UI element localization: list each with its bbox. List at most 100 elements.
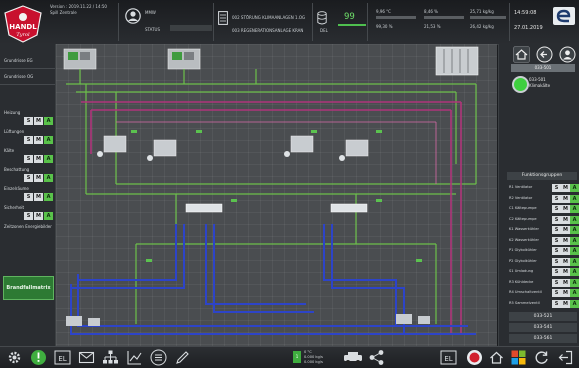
pump-group-3[interactable] <box>284 135 314 157</box>
logout-icon[interactable] <box>557 349 574 366</box>
pump-group-lower-left[interactable] <box>66 316 100 326</box>
state-a-button[interactable]: A <box>44 174 53 182</box>
pump-group-1[interactable] <box>97 135 127 157</box>
state-s-button[interactable]: S <box>552 268 561 276</box>
state-s-button[interactable]: S <box>24 155 33 163</box>
state-a-button[interactable]: A <box>44 193 53 201</box>
el-icon[interactable]: EL <box>54 349 71 366</box>
state-s-button[interactable]: S <box>552 299 561 308</box>
state-a-button[interactable]: A <box>570 205 579 213</box>
state-m-button[interactable]: M <box>561 205 570 213</box>
tab-033-501[interactable]: 033-501 <box>511 64 575 72</box>
home-icon[interactable] <box>513 46 530 63</box>
state-m-button[interactable]: M <box>34 193 43 201</box>
state-m-button[interactable]: M <box>34 212 43 220</box>
state-s-button[interactable]: S <box>552 236 561 245</box>
state-a-button[interactable]: A <box>570 257 579 266</box>
state-s-button[interactable]: S <box>552 257 561 266</box>
alarm-status-icon[interactable] <box>30 349 47 366</box>
tab-033-541[interactable]: 033-541 <box>509 323 577 332</box>
state-a-button[interactable]: A <box>570 194 579 203</box>
state-s-button[interactable]: S <box>24 117 33 125</box>
state-s-button[interactable]: S <box>552 247 561 255</box>
document-icon[interactable] <box>218 11 228 25</box>
record-stop-icon[interactable] <box>466 349 483 366</box>
e-brand-icon[interactable] <box>553 7 575 25</box>
state-a-button[interactable]: A <box>570 289 579 297</box>
page-indicator[interactable]: 1 <box>293 351 301 363</box>
share-nodes-icon[interactable] <box>368 349 385 366</box>
state-m-button[interactable]: M <box>561 194 570 203</box>
trend-chart-icon[interactable] <box>126 349 143 366</box>
status-lamp[interactable] <box>512 76 529 93</box>
state-m-button[interactable]: M <box>561 215 570 224</box>
state-m-button[interactable]: M <box>34 117 43 125</box>
state-m-button[interactable]: M <box>561 268 570 276</box>
heat-exchanger-left[interactable] <box>185 203 223 213</box>
state-a-button[interactable]: A <box>44 155 53 163</box>
pump-group-lower-right[interactable] <box>396 314 430 324</box>
state-a-button[interactable]: A <box>570 236 579 245</box>
alarm-line-1[interactable]: 002 STÖRUNG KLIMAANLAGEN 1.OG <box>232 15 305 20</box>
state-m-button[interactable]: M <box>34 174 43 182</box>
state-a-button[interactable]: A <box>570 215 579 224</box>
state-s-button[interactable]: S <box>24 193 33 201</box>
state-a-button[interactable]: A <box>570 247 579 255</box>
state-s-button[interactable]: S <box>552 215 561 224</box>
state-s-button[interactable]: S <box>552 194 561 203</box>
state-s-button[interactable]: S <box>24 136 33 144</box>
state-s-button[interactable]: S <box>552 278 561 287</box>
edit-pen-icon[interactable] <box>174 349 191 366</box>
list-menu-icon[interactable] <box>150 349 167 366</box>
mail-icon[interactable] <box>78 349 95 366</box>
fire-matrix-button[interactable]: Brandfallmatrix <box>3 276 54 300</box>
floorplan-og[interactable]: Grundrisse OG <box>4 74 33 79</box>
state-s-button[interactable]: S <box>552 289 561 297</box>
chiller-unit-middle[interactable] <box>167 48 201 70</box>
state-m-button[interactable]: M <box>34 155 43 163</box>
database-icon[interactable] <box>317 11 327 25</box>
network-tree-icon[interactable] <box>102 349 119 366</box>
state-s-button[interactable]: S <box>24 174 33 182</box>
state-s-button[interactable]: S <box>552 184 561 192</box>
state-s-button[interactable]: S <box>24 212 33 220</box>
state-s-button[interactable]: S <box>552 205 561 213</box>
settings-gear-icon[interactable] <box>6 349 23 366</box>
pump-group-2[interactable] <box>147 139 177 161</box>
state-a-button[interactable]: A <box>44 212 53 220</box>
state-a-button[interactable]: A <box>570 268 579 276</box>
state-m-button[interactable]: M <box>561 184 570 192</box>
pump-group-4[interactable] <box>339 139 369 161</box>
state-a-button[interactable]: A <box>570 278 579 287</box>
tab-033-561[interactable]: 033-561 <box>509 334 577 343</box>
state-m-button[interactable]: M <box>561 236 570 245</box>
state-m-button[interactable]: M <box>561 299 570 308</box>
state-m-button[interactable]: M <box>561 226 570 234</box>
windows-icon[interactable] <box>510 349 527 366</box>
state-m-button[interactable]: M <box>561 257 570 266</box>
user-circle-icon[interactable] <box>559 46 576 63</box>
refresh-icon[interactable] <box>533 349 550 366</box>
back-arrow-icon[interactable] <box>536 46 553 63</box>
state-a-button[interactable]: A <box>570 299 579 308</box>
state-m-button[interactable]: M <box>561 289 570 297</box>
zeitzonen-label[interactable]: Zeitzonen Energiebilder <box>4 224 52 229</box>
state-a-button[interactable]: A <box>44 117 53 125</box>
heat-exchanger-right[interactable] <box>330 203 368 213</box>
state-a-button[interactable]: A <box>570 226 579 234</box>
state-a-button[interactable]: A <box>44 136 53 144</box>
state-m-button[interactable]: M <box>34 136 43 144</box>
vehicle-icon[interactable] <box>342 349 364 366</box>
home-outline-icon[interactable] <box>488 349 505 366</box>
user-icon[interactable] <box>125 8 141 24</box>
state-s-button[interactable]: S <box>552 226 561 234</box>
cooling-tower[interactable] <box>435 46 479 76</box>
state-m-button[interactable]: M <box>561 278 570 287</box>
state-m-button[interactable]: M <box>561 247 570 255</box>
tab-033-521[interactable]: 033-521 <box>509 312 577 321</box>
chiller-unit-left[interactable] <box>63 48 97 70</box>
floorplan-eg[interactable]: Grundrisse EG <box>4 58 33 63</box>
state-a-button[interactable]: A <box>570 184 579 192</box>
el-icon-secondary[interactable]: EL <box>440 349 457 366</box>
alarm-line-2[interactable]: 003 REGENERATIONSANLAGE KRAN <box>232 28 303 33</box>
